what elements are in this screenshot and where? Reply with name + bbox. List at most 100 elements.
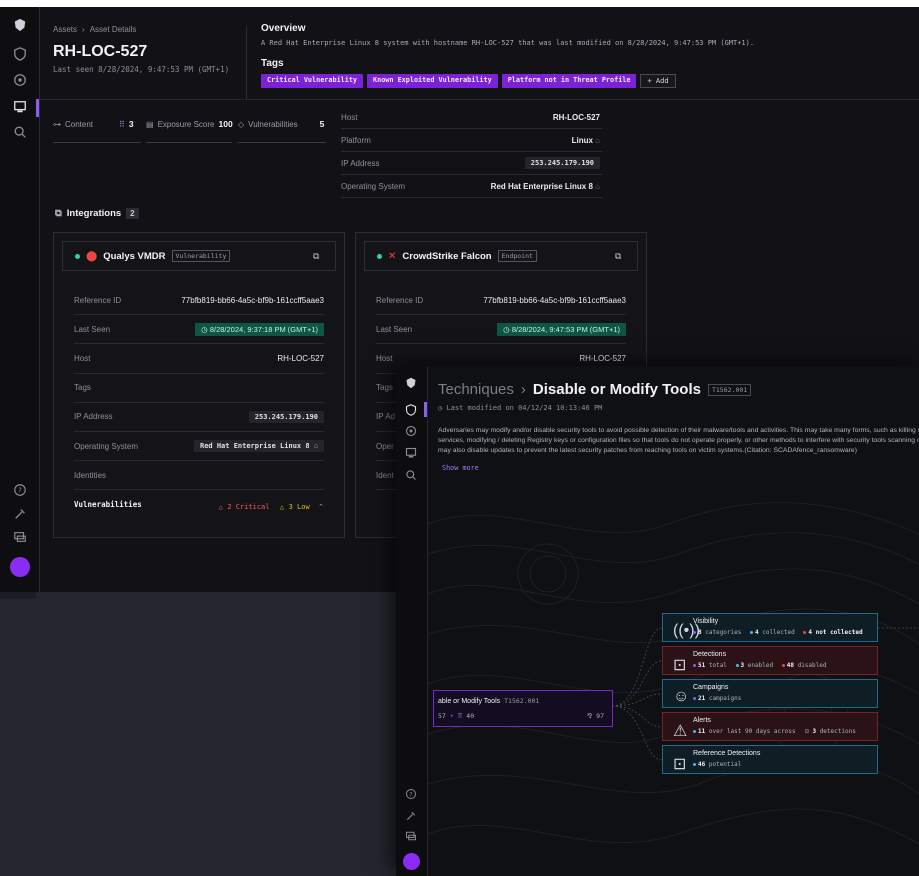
breadcrumb-assets[interactable]: Assets xyxy=(53,25,77,34)
integrations-title: Integrations xyxy=(66,208,122,219)
external-link-icon[interactable]: ⧉ xyxy=(313,251,323,261)
legend-dot xyxy=(693,730,696,733)
branch-title: Visibility xyxy=(693,618,719,625)
technique-node[interactable]: able or Modify Tools T1562.001 57 • ⠿ 40 … xyxy=(433,690,613,727)
grid-icon: ⠿ xyxy=(457,712,463,720)
os-chip[interactable]: Red Hat Enterprise Linux 8 ⌂ xyxy=(193,440,324,453)
info-value: RH-LOC-527 xyxy=(552,112,600,122)
branch-reference-detections[interactable]: ⊡ Reference Detections 46 potential xyxy=(662,745,878,774)
detail-row: Last Seen ◷ 8/28/2024, 9:37:18 PM (GMT+1) xyxy=(74,315,324,345)
info-icon: ⌂ xyxy=(595,181,600,191)
stat-number: 4 not collected xyxy=(808,629,863,636)
legend-dot xyxy=(781,664,785,667)
target-icon: ⊡ xyxy=(673,756,687,773)
ip-chip[interactable]: 253.245.179.190 xyxy=(248,410,324,423)
info-key: Platform xyxy=(341,135,371,145)
branch-visibility[interactable]: ((•)) Visibility 8 categories 4 collecte… xyxy=(662,613,878,642)
branch-campaigns[interactable]: ☺ Campaigns 21 campaigns xyxy=(662,679,878,708)
badge-icon[interactable] xyxy=(12,73,28,89)
stat-label: over last 90 days across xyxy=(708,728,796,735)
stat-exposure: ▤ Exposure Score 100 xyxy=(146,119,233,129)
detail-row: Reference ID 77bfb819-bb66-4a5c-bf9b-161c… xyxy=(74,286,324,316)
branch-alerts[interactable]: ⚠ Alerts 11 over last 90 days across ⊡ 3… xyxy=(662,712,878,741)
branch-detections[interactable]: ⊡ Detections 51 total 3 enabled 48 disab… xyxy=(662,646,878,675)
vuln-low: 3 Low xyxy=(288,502,310,511)
stat-number: 21 xyxy=(698,695,706,702)
radar-icon: ((•)) xyxy=(673,622,700,639)
technique-node-title: able or Modify Tools T1562.001 xyxy=(438,697,539,705)
legend-dot xyxy=(693,697,696,700)
stat-number: 51 xyxy=(698,662,706,669)
shield-icon[interactable] xyxy=(12,47,28,63)
avatar[interactable] xyxy=(403,853,420,870)
stat-underline xyxy=(238,142,326,143)
os-chip-text: Red Hat Enterprise Linux 8 xyxy=(199,442,310,451)
host-value: RH-LOC-527 xyxy=(579,353,626,363)
integrations-icon: ⧉ xyxy=(55,208,62,219)
last-seen-value: 8/28/2024, 9:37:18 PM (GMT+1) xyxy=(209,324,318,334)
branch-title: Alerts xyxy=(693,717,711,724)
search-icon[interactable] xyxy=(405,468,419,482)
tag-critical-vulnerability[interactable]: Critical Vulnerability xyxy=(261,74,364,88)
node-stat-right: 97 xyxy=(596,712,604,720)
help-icon[interactable]: ? xyxy=(405,787,419,801)
branch-stats: 21 campaigns xyxy=(693,695,741,702)
integration-name: CrowdStrike Falcon xyxy=(402,250,492,262)
stat-exposure-value: 100 xyxy=(218,119,233,129)
stat-number: 46 xyxy=(698,761,706,768)
integration-type-badge: Vulnerability xyxy=(171,250,231,262)
assets-icon[interactable] xyxy=(12,100,28,116)
logo-icon[interactable] xyxy=(405,376,419,390)
header-divider xyxy=(246,25,247,99)
external-link-icon[interactable]: ⧉ xyxy=(615,251,625,261)
chat-icon[interactable] xyxy=(12,530,28,546)
tag-platform-not-in-profile[interactable]: Platform not in Threat Profile xyxy=(501,74,637,88)
settings-icon[interactable] xyxy=(12,507,28,523)
detail-key: Last Seen xyxy=(74,324,111,334)
warning-icon: ⚠ xyxy=(673,723,688,740)
branch-stats: 46 potential xyxy=(693,761,741,768)
detail-key: Last Seen xyxy=(376,324,413,334)
legend-dot: • xyxy=(449,712,454,720)
info-value: Linux ⌂ xyxy=(572,136,600,145)
asset-info-table: Host RH-LOC-527 Platform Linux ⌂ IP Addr… xyxy=(341,106,602,198)
tag-known-exploited[interactable]: Known Exploited Vulnerability xyxy=(367,74,498,88)
info-key: Operating System xyxy=(341,181,406,191)
overview-heading: Overview xyxy=(261,23,306,34)
branch-stats: 51 total 3 enabled 48 disabled xyxy=(693,662,826,669)
help-icon[interactable]: ? xyxy=(12,483,28,499)
detail-row: Vulnerabilities △ 2 Critical △ 3 Low ⌃ xyxy=(74,490,324,519)
info-value: Red Hat Enterprise Linux 8 ⌂ xyxy=(491,182,600,191)
show-more-link[interactable]: Show more xyxy=(442,464,479,472)
settings-icon[interactable] xyxy=(405,809,419,823)
legend-dot xyxy=(693,664,696,667)
node-stat-mid: 40 xyxy=(466,712,475,720)
detail-row: Reference ID 77bfb819-bb66-4a5c-bf9b-161c… xyxy=(376,286,626,316)
reference-id-value: 77bfb819-bb66-4a5c-bf9b-161ccff5aae3 xyxy=(181,295,324,305)
chat-icon[interactable] xyxy=(405,829,419,843)
badge-icon[interactable] xyxy=(405,424,419,438)
stat-label: categories xyxy=(705,629,742,636)
detail-key: Vulnerabilities xyxy=(74,500,142,510)
assets-icon[interactable] xyxy=(405,446,419,460)
svg-text:?: ? xyxy=(409,791,412,798)
detail-key: Host xyxy=(376,353,393,363)
detail-row: Identities xyxy=(74,461,324,491)
search-icon[interactable] xyxy=(12,125,28,141)
add-tag-button[interactable]: + Add xyxy=(640,74,676,88)
ip-address-chip[interactable]: 253.245.179.190 xyxy=(524,157,600,169)
integration-type-badge: Endpoint xyxy=(497,250,537,262)
avatar[interactable] xyxy=(10,557,30,577)
detail-row: IP Address 253.245.179.190 xyxy=(74,403,324,432)
breadcrumb-techniques[interactable]: Techniques xyxy=(438,381,514,398)
detail-key: Reference ID xyxy=(74,295,122,305)
stat-number: 11 xyxy=(698,728,706,735)
logo-icon[interactable] xyxy=(12,18,28,34)
chevron-up-icon[interactable]: ⌃ xyxy=(318,504,324,511)
stat-number: 4 xyxy=(755,629,759,636)
info-row-ip: IP Address 253.245.179.190 xyxy=(341,152,602,175)
detail-key: Identities xyxy=(74,470,107,480)
shield-icon[interactable] xyxy=(405,403,419,417)
platform-value: Linux xyxy=(571,135,593,145)
target-icon: ⊡ xyxy=(673,657,687,674)
